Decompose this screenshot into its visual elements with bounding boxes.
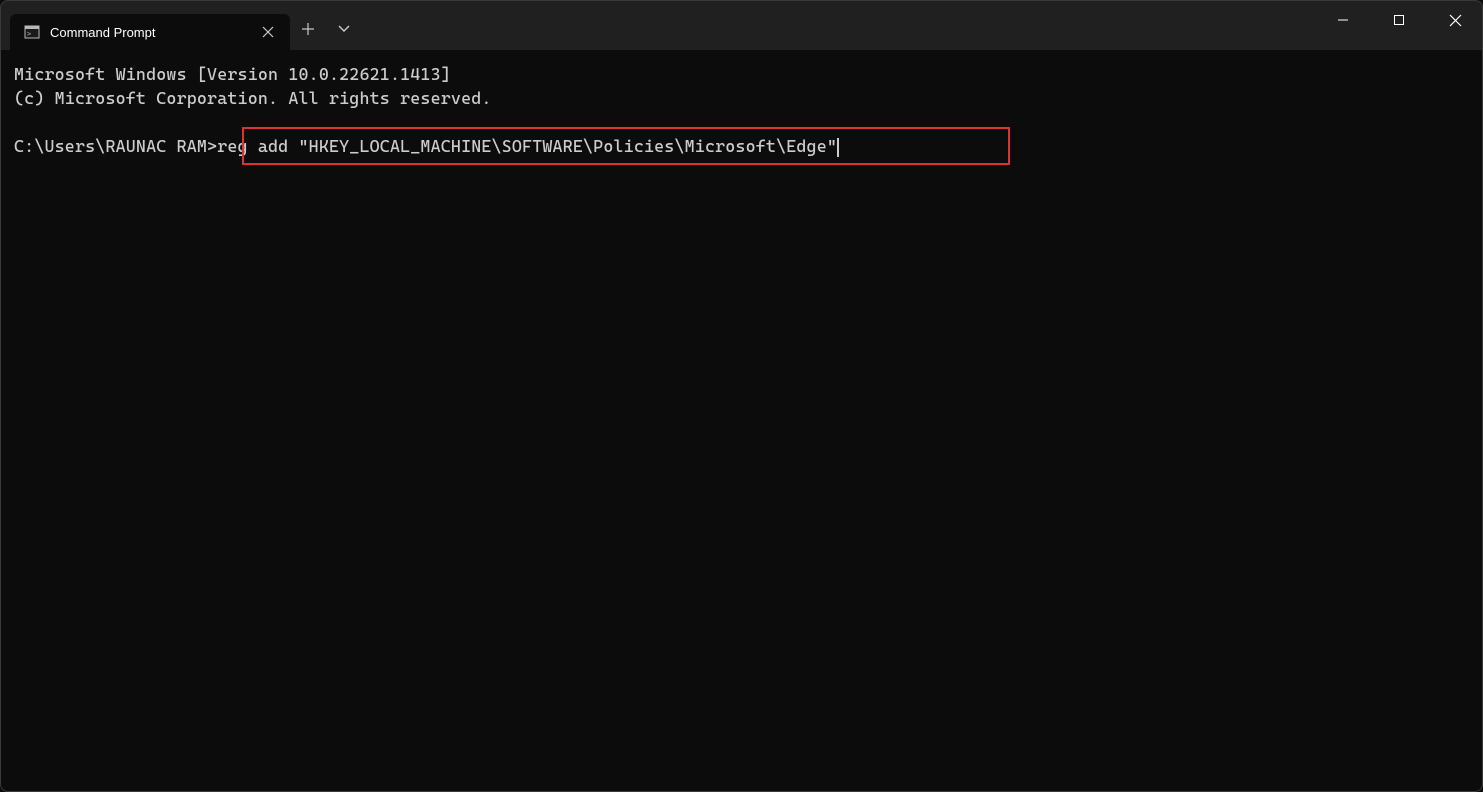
- titlebar: >_ Command Prompt: [0, 0, 1483, 50]
- tab-title: Command Prompt: [50, 25, 248, 40]
- terminal-output[interactable]: Microsoft Windows [Version 10.0.22621.14…: [0, 50, 1483, 170]
- terminal-command: reg add "HKEY_LOCAL_MACHINE\SOFTWARE\Pol…: [217, 136, 837, 156]
- close-tab-button[interactable]: [258, 22, 278, 42]
- maximize-button[interactable]: [1371, 0, 1427, 40]
- close-window-button[interactable]: [1427, 0, 1483, 40]
- titlebar-actions: [290, 0, 362, 50]
- cmd-icon: >_: [24, 24, 40, 40]
- terminal-line: (c) Microsoft Corporation. All rights re…: [14, 88, 492, 108]
- active-tab[interactable]: >_ Command Prompt: [10, 14, 290, 50]
- svg-text:>_: >_: [27, 30, 36, 38]
- terminal-line: Microsoft Windows [Version 10.0.22621.14…: [14, 64, 451, 84]
- terminal-cursor: [837, 138, 839, 157]
- new-tab-button[interactable]: [290, 11, 326, 47]
- window-controls: [1315, 0, 1483, 40]
- tab-dropdown-button[interactable]: [326, 11, 362, 47]
- minimize-button[interactable]: [1315, 0, 1371, 40]
- terminal-prompt: C:\Users\RAUNAC RAM>: [14, 136, 217, 156]
